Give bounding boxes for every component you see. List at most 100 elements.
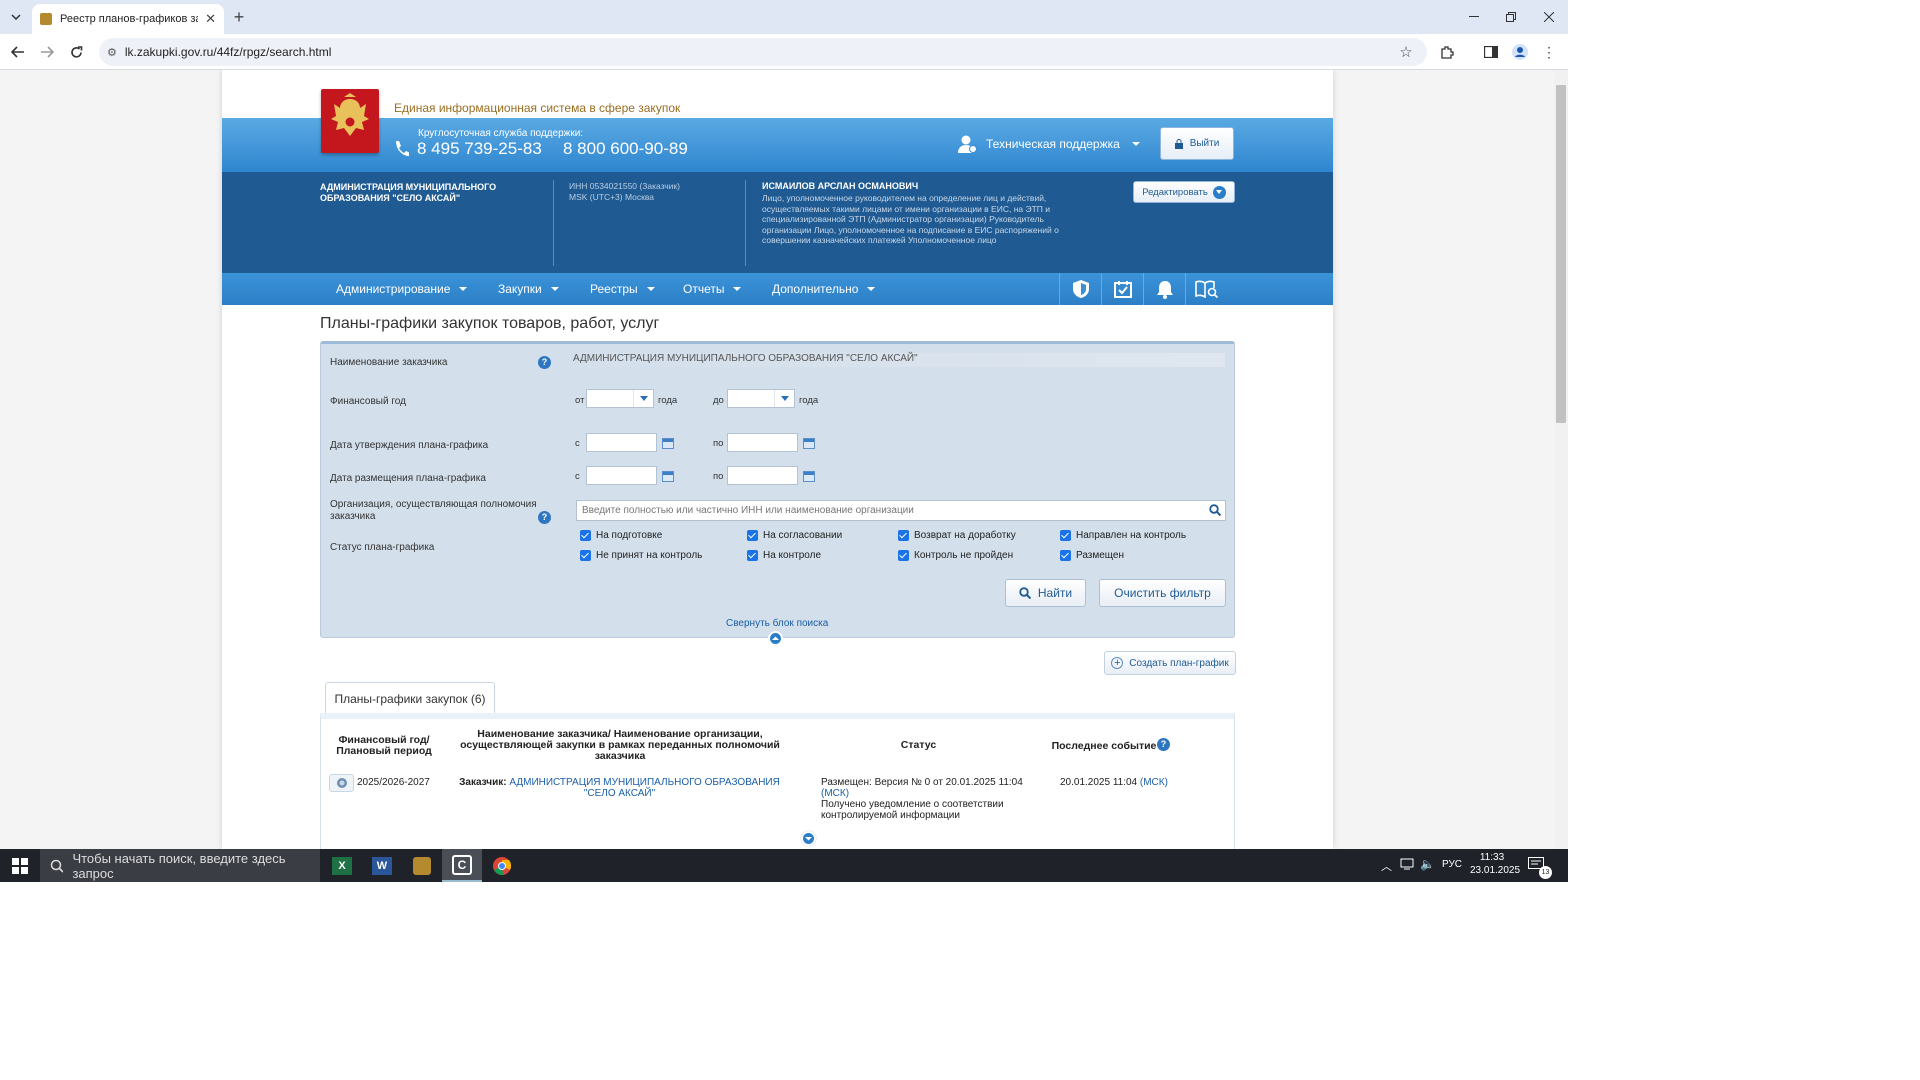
find-button[interactable]: Найти: [1005, 579, 1086, 607]
plan-document-icon[interactable]: [329, 774, 354, 792]
from-label: от: [575, 395, 585, 406]
checkbox-label: Контроль не пройден: [914, 550, 1014, 561]
checkbox-checked-icon: [898, 530, 909, 541]
customer-value: АДМИНИСТРАЦИЯ МУНИЦИПАЛЬНОГО ОБРАЗОВАНИЯ…: [573, 353, 1225, 367]
scrollbar-thumb[interactable]: [1556, 85, 1566, 423]
tray-chevron-icon[interactable]: ︿: [1381, 858, 1392, 874]
shield-icon[interactable]: [1059, 273, 1101, 305]
chevron-down-icon: [867, 287, 876, 291]
status-checkbox-preparation[interactable]: На подготовке: [580, 530, 662, 541]
nav-administration[interactable]: Администрирование: [336, 282, 468, 296]
extensions-icon[interactable]: [1435, 40, 1459, 64]
language-indicator[interactable]: РУС: [1442, 859, 1462, 870]
taskbar-search[interactable]: Чтобы начать поиск, введите здесь запрос: [40, 849, 320, 882]
checkbox-label: На согласовании: [763, 530, 843, 541]
chevron-down-icon[interactable]: [801, 831, 816, 846]
help-icon[interactable]: ?: [1157, 738, 1170, 751]
site-info-icon[interactable]: ⚙: [107, 46, 117, 59]
eis-page: Единая информационная система в сфере за…: [222, 70, 1333, 849]
nav-reports[interactable]: Отчеты: [683, 282, 742, 296]
logout-button[interactable]: Выйти: [1160, 127, 1234, 160]
org-search-input[interactable]: Введите полностью или частично ИНН или н…: [576, 500, 1226, 521]
nav-additional[interactable]: Дополнительно: [772, 282, 876, 296]
clock[interactable]: 11:33 23.01.2025: [1470, 852, 1521, 876]
browser-tab[interactable]: Реестр планов-графиков зак ✕: [32, 4, 224, 34]
logout-label: Выйти: [1189, 138, 1220, 149]
checkbox-label: Не принят на контроль: [596, 550, 703, 561]
network-icon[interactable]: [1400, 858, 1414, 870]
tab-close-icon[interactable]: ✕: [205, 11, 216, 27]
status-checkbox-not-accepted[interactable]: Не принят на контроль: [580, 550, 702, 561]
chevron-up-icon[interactable]: [768, 631, 783, 646]
publish-date-label: Дата размещения плана-графика: [330, 473, 486, 484]
support-phone-1[interactable]: 8 495 739-25-83: [417, 139, 542, 159]
minimize-icon[interactable]: [1462, 5, 1486, 29]
status-checkbox-approval[interactable]: На согласовании: [747, 530, 842, 541]
coat-of-arms-logo[interactable]: [321, 89, 379, 153]
new-tab-icon[interactable]: +: [227, 5, 251, 29]
browser-chrome: Реестр планов-графиков зак ✕ + ⚙ lk.zaku…: [0, 0, 1568, 70]
excel-icon[interactable]: X: [322, 849, 362, 882]
collapse-search-link[interactable]: Свернуть блок поиска: [726, 618, 828, 629]
restore-icon[interactable]: [1499, 5, 1523, 29]
nav-registries[interactable]: Реестры: [590, 282, 655, 296]
clear-label: Очистить фильтр: [1114, 586, 1211, 600]
status-checkbox-returned[interactable]: Возврат на доработку: [898, 530, 1016, 541]
status-checkbox-control-failed[interactable]: Контроль не пройден: [898, 550, 1013, 561]
calendar-icon[interactable]: [662, 471, 674, 482]
support-phone-2[interactable]: 8 800 600-90-89: [563, 139, 688, 159]
menu-dots-icon[interactable]: ⋮: [1537, 40, 1561, 64]
checkbox-label: На контроле: [763, 550, 822, 561]
tech-support-menu[interactable]: Техническая поддержка: [957, 134, 1140, 154]
tech-support-label: Техническая поддержка: [986, 137, 1120, 151]
tab-strip: Реестр планов-графиков зак ✕ +: [0, 0, 1568, 34]
chrome-icon[interactable]: [482, 849, 522, 882]
windows-start-icon[interactable]: [0, 849, 40, 882]
profile-icon[interactable]: [1508, 40, 1532, 64]
clear-filter-button[interactable]: Очистить фильтр: [1099, 579, 1226, 607]
status-checkbox-sent-control[interactable]: Направлен на контроль: [1060, 530, 1186, 541]
emblem-app-icon[interactable]: [402, 849, 442, 882]
volume-icon[interactable]: 🔈: [1420, 857, 1435, 871]
tab-search-icon[interactable]: [4, 5, 28, 29]
edit-profile-button[interactable]: Редактировать: [1133, 181, 1235, 203]
url-field[interactable]: ⚙ lk.zakupki.gov.ru/44fz/rpgz/search.htm…: [99, 38, 1427, 66]
year-to-select[interactable]: [727, 389, 795, 408]
results-table: Финансовый год/ Плановый период Наименов…: [320, 713, 1235, 849]
back-icon[interactable]: [6, 40, 30, 64]
approve-date-to-input[interactable]: [727, 433, 798, 452]
calendar-check-icon[interactable]: [1101, 273, 1143, 305]
crypto-app-icon[interactable]: C: [442, 849, 482, 882]
create-plan-button[interactable]: + Создать план-график: [1104, 651, 1236, 675]
calendar-icon[interactable]: [662, 438, 674, 449]
favicon-emblem-icon: [40, 13, 52, 25]
help-icon[interactable]: ?: [538, 356, 551, 369]
search-icon[interactable]: [1209, 504, 1221, 516]
forward-icon[interactable]: [35, 40, 59, 64]
tab-plans[interactable]: Планы-графики закупок (6): [325, 682, 495, 714]
status-checkbox-on-control[interactable]: На контроле: [747, 550, 821, 561]
close-window-icon[interactable]: [1537, 5, 1561, 29]
publish-date-to-input[interactable]: [727, 466, 798, 485]
help-icon[interactable]: ?: [538, 511, 551, 524]
side-panel-icon[interactable]: [1479, 40, 1503, 64]
book-search-icon[interactable]: [1185, 273, 1227, 305]
word-icon[interactable]: W: [362, 849, 402, 882]
reload-icon[interactable]: [64, 40, 88, 64]
support-label: Круглосуточная служба поддержки:: [418, 128, 584, 139]
year-from-select[interactable]: [586, 389, 654, 408]
customer-link[interactable]: АДМИНИСТРАЦИЯ МУНИЦИПАЛЬНОГО ОБРАЗОВАНИЯ…: [509, 777, 780, 799]
approve-date-from-input[interactable]: [586, 433, 657, 452]
taskbar-search-placeholder: Чтобы начать поиск, введите здесь запрос: [72, 850, 286, 881]
bell-icon[interactable]: [1143, 273, 1185, 305]
divider: [745, 180, 746, 266]
calendar-icon[interactable]: [803, 438, 815, 449]
checkbox-label: Направлен на контроль: [1076, 530, 1187, 541]
bookmark-star-icon[interactable]: ☆: [1394, 40, 1418, 64]
clock-date: 23.01.2025: [1470, 865, 1521, 876]
status-checkbox-published[interactable]: Размещен: [1060, 550, 1124, 561]
chevron-down-icon: [646, 287, 655, 291]
nav-purchases[interactable]: Закупки: [498, 282, 559, 296]
publish-date-from-input[interactable]: [586, 466, 657, 485]
calendar-icon[interactable]: [803, 471, 815, 482]
